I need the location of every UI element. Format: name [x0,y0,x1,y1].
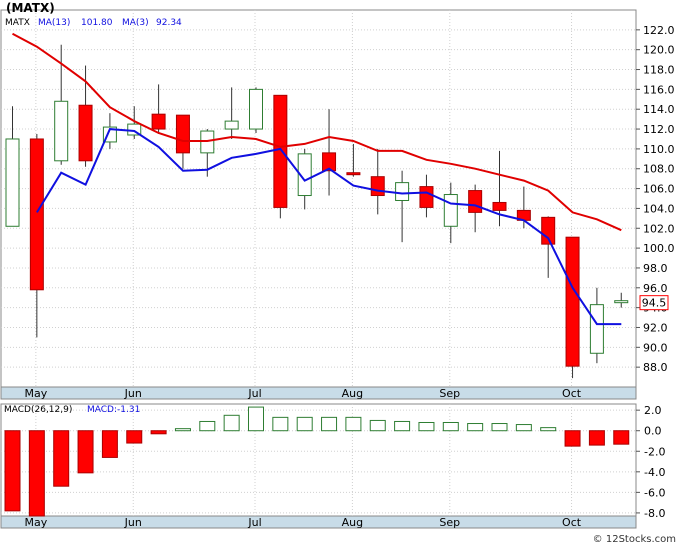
candle-body-up [249,88,263,130]
price-tick-label: 118.0 [643,64,675,77]
candle-body-down [151,113,166,130]
macd-bar-positive [418,421,435,432]
macd-bar-positive [321,416,338,432]
price-tick-label: 122.0 [643,24,675,37]
candle-body-up [54,100,69,162]
macd-tick-label: -6.0 [644,486,665,499]
macd-tick-label: -2.0 [644,445,665,458]
macd-x-tick-label: Oct [562,516,582,529]
macd-bar-negative [588,430,605,446]
candle-body-down [78,104,93,162]
last-price-tag: 94.5 [639,295,669,311]
price-tick-label: 104.0 [643,202,675,215]
candle-body-up [443,194,458,227]
price-x-tick-label: Jun [124,387,142,400]
price-tick-label: 106.0 [643,183,675,196]
macd-bar-positive [369,419,386,432]
candle-body-up [5,138,20,227]
candle-body-down [565,236,580,367]
macd-x-tick-label: Jun [124,516,142,529]
candle-body-up [614,300,629,304]
macd-bar-positive [174,428,191,432]
price-tick-label: 96.0 [643,282,668,295]
macd-bar-positive [442,421,459,432]
macd-tick-label: -4.0 [644,466,665,479]
macd-legend-value: MACD:-1.31 [87,405,140,415]
chart-canvas: 88.090.092.094.096.098.0100.0102.0104.01… [0,0,680,546]
macd-x-tick-label: Sep [439,516,460,529]
macd-bar-negative [101,430,118,458]
candle-body-down [468,190,483,213]
macd-legend: MACD(26,12,9) MACD:-1.31 [4,405,140,415]
candle-body-down [370,176,385,197]
price-tick-label: 100.0 [643,242,675,255]
price-tick-label: 114.0 [643,103,675,116]
stock-chart: 88.090.092.094.096.098.0100.0102.0104.01… [0,0,680,546]
macd-bar-negative [126,430,143,444]
macd-bar-positive [199,420,216,432]
candle-body-down [29,138,44,291]
macd-bar-positive [491,423,508,432]
chart-title: (MATX) [6,1,55,15]
price-tick-label: 90.0 [643,341,668,354]
candle-body-down [419,186,434,208]
last-price-text: 94.5 [642,297,667,310]
macd-tick-label: 2.0 [644,404,662,417]
legend-ma3-label: MA(3) [122,18,149,28]
macd-x-tick-label: May [24,516,47,529]
macd-tick-label: 0.0 [644,425,662,438]
macd-bar-positive [345,416,362,432]
macd-bar-positive [272,416,289,432]
candle-body-up [589,304,604,354]
candle-body-up [395,182,410,201]
macd-x-axis-band [0,515,637,529]
candle [273,94,288,219]
macd-bar-negative [28,430,45,517]
legend-ma3-value: 92.34 [156,18,182,28]
candle-body-down [346,172,361,176]
candle-body-down [273,94,288,208]
macd-legend-label: MACD(26,12,9) [4,405,72,415]
price-tick-label: 98.0 [643,262,668,275]
candle-body-down [492,201,507,211]
price-tick-label: 116.0 [643,83,675,96]
candle-body-up [224,120,239,130]
price-x-tick-label: Oct [562,387,582,400]
price-tick-label: 110.0 [643,143,675,156]
macd-bar-negative [77,430,94,474]
macd-x-tick-label: Jul [247,516,261,529]
price-x-tick-label: Sep [439,387,460,400]
candle [565,236,580,379]
candle-body-down [175,114,190,154]
macd-bar-negative [150,430,167,435]
macd-x-tick-label: Aug [342,516,363,529]
macd-bar-positive [223,414,240,432]
legend-ma13-label: MA(13) [38,18,70,28]
price-tick-label: 108.0 [643,163,675,176]
legend-ma13-value: 101.80 [81,18,113,28]
macd-bar-positive [394,420,411,432]
price-x-tick-label: Jul [247,387,261,400]
price-tick-label: 88.0 [643,361,668,374]
macd-bar-positive [296,416,313,432]
watermark-text: © 12Stocks.com [593,534,676,545]
candle [249,87,263,134]
macd-bar-positive [515,424,532,432]
macd-bar-positive [248,406,264,432]
price-tick-label: 102.0 [643,222,675,235]
price-x-axis-band [0,386,637,400]
macd-bar-positive [467,423,484,432]
macd-bar-negative [53,430,70,487]
macd-tick-label: -8.0 [644,507,665,520]
price-tick-label: 92.0 [643,321,668,334]
macd-bar-positive [540,427,557,432]
macd-bar-negative [564,430,581,447]
price-x-tick-label: Aug [342,387,363,400]
legend-symbol: MATX [5,18,30,28]
macd-bar-negative [4,430,21,512]
price-tick-label: 112.0 [643,123,675,136]
price-x-tick-label: May [24,387,47,400]
macd-bar-negative [613,430,630,445]
price-tick-label: 120.0 [643,44,675,57]
